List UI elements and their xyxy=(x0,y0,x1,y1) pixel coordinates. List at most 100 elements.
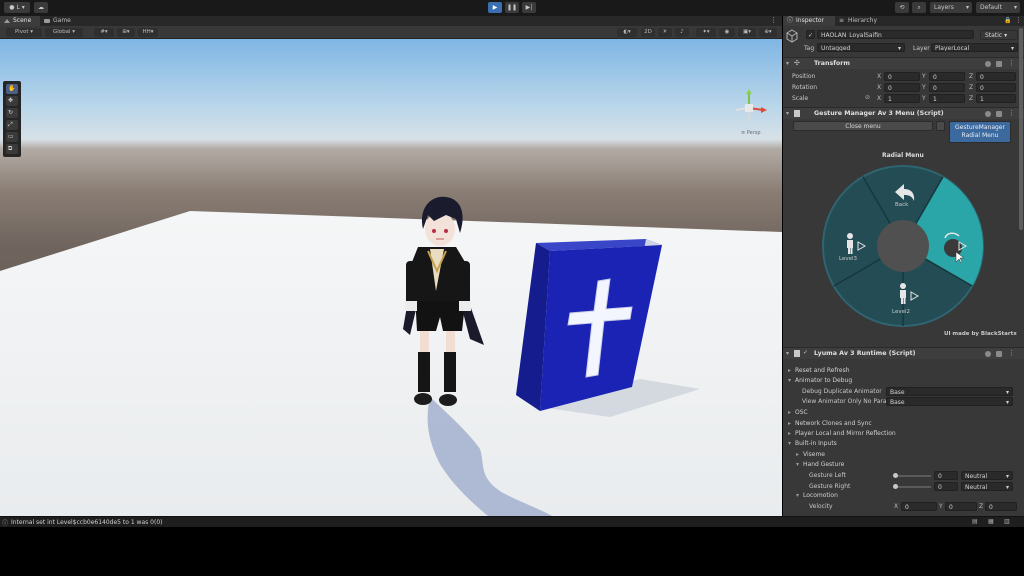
tag-dropdown[interactable]: Untagged ▾ xyxy=(817,43,905,52)
gizmos-dropdown[interactable]: ⊕▾ xyxy=(759,28,777,37)
transform-x-field[interactable]: 0 xyxy=(884,72,920,81)
radial-menu-button[interactable]: GestureManager Radial Menu xyxy=(949,121,1011,143)
history-button[interactable]: ⟲ xyxy=(895,2,909,13)
chevron-right-icon: ▸ xyxy=(796,451,800,458)
transform-y-field[interactable]: 0 xyxy=(929,83,965,92)
transform-y-field[interactable]: 0 xyxy=(929,72,965,81)
rect-tool-button[interactable]: ▭ xyxy=(6,132,18,142)
transform-z-field[interactable]: 1 xyxy=(976,94,1016,103)
more-options-icon[interactable]: ⋮ xyxy=(1008,59,1015,67)
pivot-dropdown[interactable]: Pivot ▾ xyxy=(6,28,42,37)
gesture-right-value[interactable]: 0 xyxy=(934,482,958,491)
static-dropdown[interactable]: Static ▾ xyxy=(980,30,1018,40)
lyuma-header[interactable]: ▾ ✓ Lyuma Av 3 Runtime (Script) ⋮ xyxy=(783,347,1024,359)
audio-toggle[interactable]: ♪ xyxy=(675,28,689,37)
preset-icon[interactable] xyxy=(996,111,1002,117)
small-toggle-button[interactable] xyxy=(936,121,945,131)
transform-y-field[interactable]: 1 xyxy=(929,94,965,103)
gesture-right-dropdown[interactable]: Neutral ▾ xyxy=(961,482,1013,491)
gesture-right-label: Gesture Right xyxy=(809,483,851,490)
view-animator-dropdown[interactable]: Base ▾ xyxy=(886,397,1013,406)
foldout-viseme[interactable]: ▸ Viseme xyxy=(796,451,825,458)
layer-dropdown[interactable]: PlayerLocal ▾ xyxy=(931,43,1018,52)
preset-icon[interactable] xyxy=(996,61,1002,67)
more-options-icon[interactable]: ⋮ xyxy=(1008,349,1015,357)
foldout-network[interactable]: ▸ Network Clones and Sync xyxy=(788,420,872,427)
effects-dropdown[interactable]: ✦▾ xyxy=(696,28,716,37)
transform-row-label: Position xyxy=(792,73,816,80)
tab-inspector[interactable]: ⓘ Inspector xyxy=(783,16,835,26)
play-button[interactable]: ▶ xyxy=(488,2,502,13)
foldout-locomotion[interactable]: ▾ Locomotion xyxy=(796,492,838,499)
transform-z-field[interactable]: 0 xyxy=(976,83,1016,92)
velocity-x-field[interactable]: 0 xyxy=(901,502,937,511)
more-options-icon[interactable]: ⋮ xyxy=(1008,109,1015,117)
tab-scene[interactable]: Scene xyxy=(0,16,40,26)
foldout-player-local[interactable]: ▸ Player Local and Mirror Reflection xyxy=(788,430,896,437)
hh-dropdown[interactable]: HH▾ xyxy=(138,28,158,37)
toggle-2d-button[interactable]: 2D xyxy=(641,28,655,37)
network-icon[interactable]: ▥ xyxy=(1004,518,1010,525)
gesture-manager-header[interactable]: ▾ Gesture Manager Av 3 Menu (Script) ⋮ xyxy=(783,107,1024,119)
lighting-toggle[interactable]: ☀ xyxy=(658,28,672,37)
link-scale-icon[interactable]: ⊘ xyxy=(865,94,870,101)
scale-tool-button[interactable]: ⤢ xyxy=(6,120,18,130)
debug-duplicate-dropdown[interactable]: Base ▾ xyxy=(886,387,1013,396)
grid-icon: #▾ xyxy=(100,29,108,35)
layout-dropdown[interactable]: Default ▾ xyxy=(976,2,1020,13)
orientation-gizmo-icon[interactable]: ≡ Persp xyxy=(729,88,769,136)
search-button[interactable]: ⌕ xyxy=(912,2,926,13)
gesture-left-value[interactable]: 0 xyxy=(934,471,958,480)
foldout-reset[interactable]: ▸ Reset and Refresh xyxy=(788,367,850,374)
foldout-hand-gesture[interactable]: ▾ Hand Gesture xyxy=(796,461,844,468)
inspector-scrollbar[interactable] xyxy=(1019,28,1023,230)
pause-button[interactable]: ❚❚ xyxy=(505,2,519,13)
radial-item-level2[interactable]: Level2 xyxy=(892,309,910,315)
foldout-builtin[interactable]: ▾ Built-in Inputs xyxy=(788,440,837,447)
hidden-objects-toggle[interactable]: ◉ xyxy=(719,28,735,37)
step-button[interactable]: ▶| xyxy=(522,2,536,13)
foldout-osc[interactable]: ▸ OSC xyxy=(788,409,808,416)
hand-tool-button[interactable]: ✋ xyxy=(6,84,18,94)
radial-item-level3[interactable]: Level3 xyxy=(839,256,857,262)
transform-tool-button[interactable]: ⧉ xyxy=(6,144,18,154)
radial-item-back[interactable]: Back xyxy=(895,202,908,208)
tab-game[interactable]: Game xyxy=(40,16,76,26)
gesture-left-slider[interactable] xyxy=(893,473,931,478)
snap-increment-button[interactable]: ⊞▾ xyxy=(117,28,135,37)
camera-dropdown[interactable]: ▣▾ xyxy=(738,28,756,37)
move-tool-button[interactable]: ✥ xyxy=(6,96,18,106)
object-name-field[interactable]: HAOLAN_LoyalSaifin xyxy=(817,30,974,39)
more-options-icon[interactable]: ⋮ xyxy=(1015,16,1022,24)
velocity-z-field[interactable]: 0 xyxy=(985,502,1017,511)
lock-icon[interactable]: 🔒 xyxy=(1004,17,1011,24)
slider-handle-icon[interactable] xyxy=(893,484,898,489)
active-checkbox[interactable]: ✓ xyxy=(806,30,815,39)
draw-mode-button[interactable]: ◐▾ xyxy=(617,28,637,37)
foldout-animator-debug[interactable]: ▾ Animator to Debug xyxy=(788,377,852,384)
close-menu-button[interactable]: Close menu xyxy=(793,121,933,131)
help-icon[interactable] xyxy=(985,351,991,357)
slider-handle-icon[interactable] xyxy=(893,473,898,478)
more-options-icon[interactable]: ⋮ xyxy=(770,16,777,24)
transform-x-field[interactable]: 0 xyxy=(884,83,920,92)
help-icon[interactable] xyxy=(985,111,991,117)
help-icon[interactable] xyxy=(985,61,991,67)
transform-header[interactable]: ▾ ✣ Transform ⋮ xyxy=(783,57,1024,69)
scene-viewport[interactable]: ✋ ✥ ↻ ⤢ ▭ ⧉ ≡ Persp xyxy=(0,39,782,516)
enabled-checkbox[interactable]: ✓ xyxy=(803,349,808,356)
gesture-left-dropdown[interactable]: Neutral ▾ xyxy=(961,471,1013,480)
preset-icon[interactable] xyxy=(996,351,1002,357)
transform-z-field[interactable]: 0 xyxy=(976,72,1016,81)
gesture-right-slider[interactable] xyxy=(893,484,931,489)
global-dropdown[interactable]: Global ▾ xyxy=(45,28,83,37)
rotate-tool-button[interactable]: ↻ xyxy=(6,108,18,118)
transform-x-field[interactable]: 1 xyxy=(884,94,920,103)
grid-snap-button[interactable]: #▾ xyxy=(94,28,114,37)
bug-icon[interactable]: ▦ xyxy=(988,518,994,525)
velocity-y-field[interactable]: 0 xyxy=(945,502,977,511)
account-dropdown[interactable]: ● L ▾ xyxy=(4,2,30,13)
cloud-button[interactable]: ☁ xyxy=(34,2,48,13)
tab-hierarchy[interactable]: ≡ Hierarchy xyxy=(835,16,887,26)
layers-dropdown[interactable]: Layers ▾ xyxy=(930,2,972,13)
